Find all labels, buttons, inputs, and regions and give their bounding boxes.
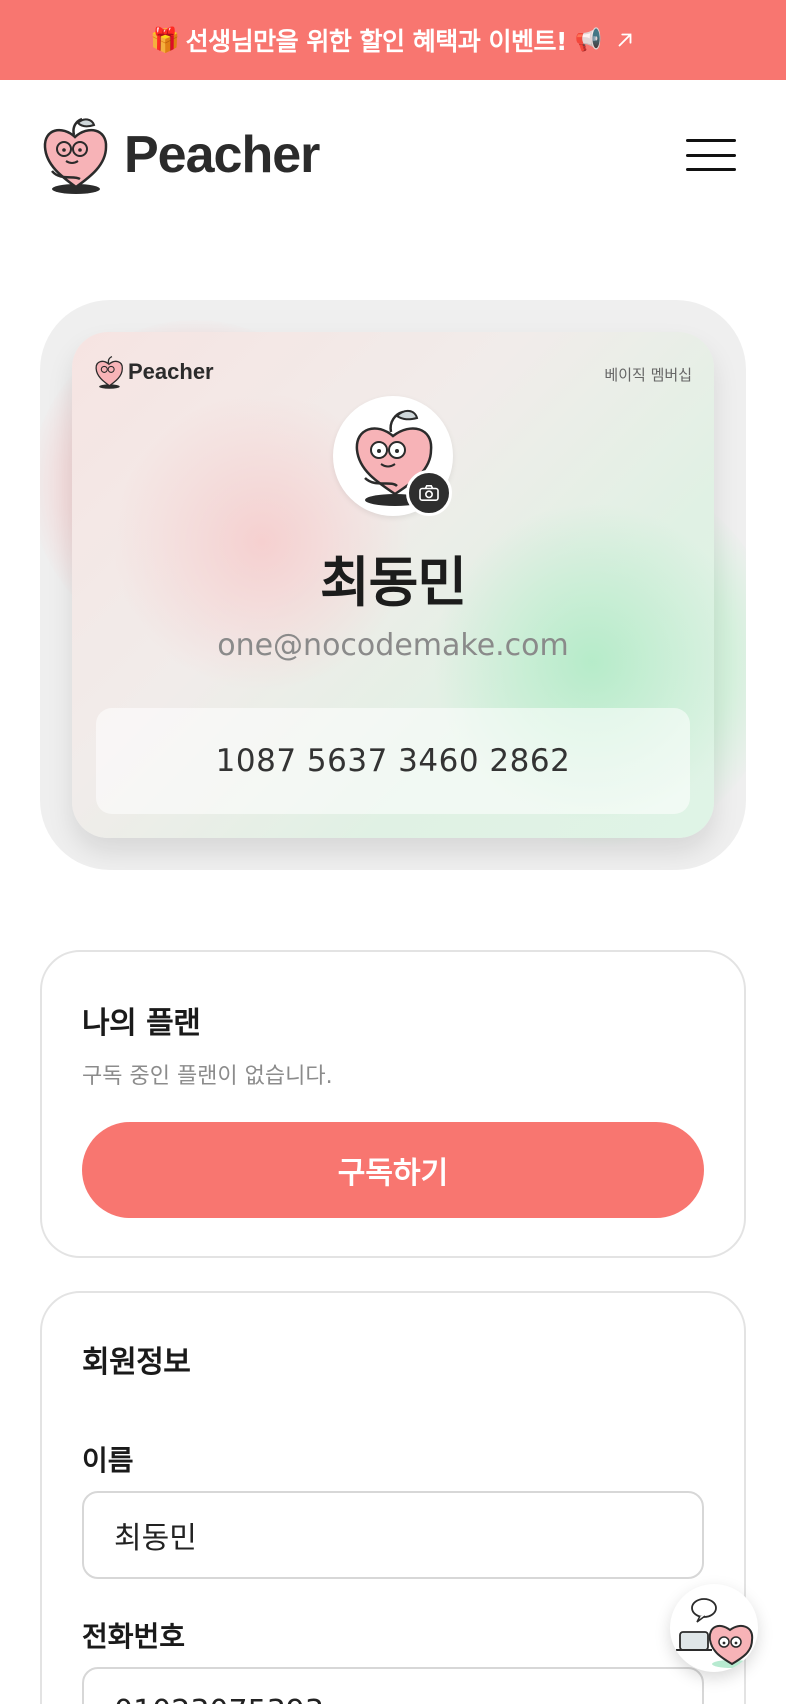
member-email: one@nocodemake.com <box>217 628 569 663</box>
name-field[interactable] <box>82 1491 704 1579</box>
brand-name: Peacher <box>124 126 320 184</box>
card-brand-logo: Peacher <box>94 354 214 390</box>
member-card: Peacher 베이직 멤버십 최동민 one@nocodemake.com 1… <box>72 332 714 838</box>
plan-empty-text: 구독 중인 플랜이 없습니다. <box>82 1064 333 1089</box>
mascot-chat-icon <box>676 1598 754 1668</box>
member-info-title: 회원정보 <box>82 1345 191 1380</box>
peach-mascot-icon <box>43 117 108 194</box>
arrow-up-right-icon <box>618 33 632 47</box>
phone-field[interactable] <box>82 1667 704 1704</box>
member-info-section: 회원정보 이름 전화번호 <box>40 1291 746 1704</box>
chat-support-button[interactable] <box>670 1584 758 1672</box>
membership-tier: 베이직 멤버십 <box>604 366 692 384</box>
promo-text: 선생님만을 위한 할인 혜택과 이벤트! <box>185 27 568 56</box>
hamburger-menu-icon[interactable] <box>686 139 736 171</box>
member-card-wrapper: Peacher 베이직 멤버십 최동민 one@nocodemake.com 1… <box>40 300 746 870</box>
my-plan-section: 나의 플랜 구독 중인 플랜이 없습니다. 구독하기 <box>40 950 746 1258</box>
promo-banner[interactable]: 🎁 선생님만을 위한 할인 혜택과 이벤트! 📢 <box>0 0 786 80</box>
peach-mascot-icon <box>95 355 123 389</box>
gift-icon: 🎁 <box>150 26 180 54</box>
member-name: 최동민 <box>319 551 467 614</box>
megaphone-icon: 📢 <box>574 27 602 53</box>
subscribe-button[interactable]: 구독하기 <box>82 1122 704 1218</box>
camera-icon[interactable] <box>406 470 452 516</box>
phone-label: 전화번호 <box>82 1620 186 1653</box>
page: 🎁 선생님만을 위한 할인 혜택과 이벤트! 📢 Peacher Peacher… <box>0 0 786 1704</box>
brand-logo[interactable]: Peacher <box>40 115 320 195</box>
plan-title: 나의 플랜 <box>82 1006 201 1041</box>
card-number: 1087 5637 3460 2862 <box>96 708 690 814</box>
name-label: 이름 <box>82 1444 134 1477</box>
site-header: Peacher <box>0 80 786 230</box>
card-brand-name: Peacher <box>128 359 214 384</box>
